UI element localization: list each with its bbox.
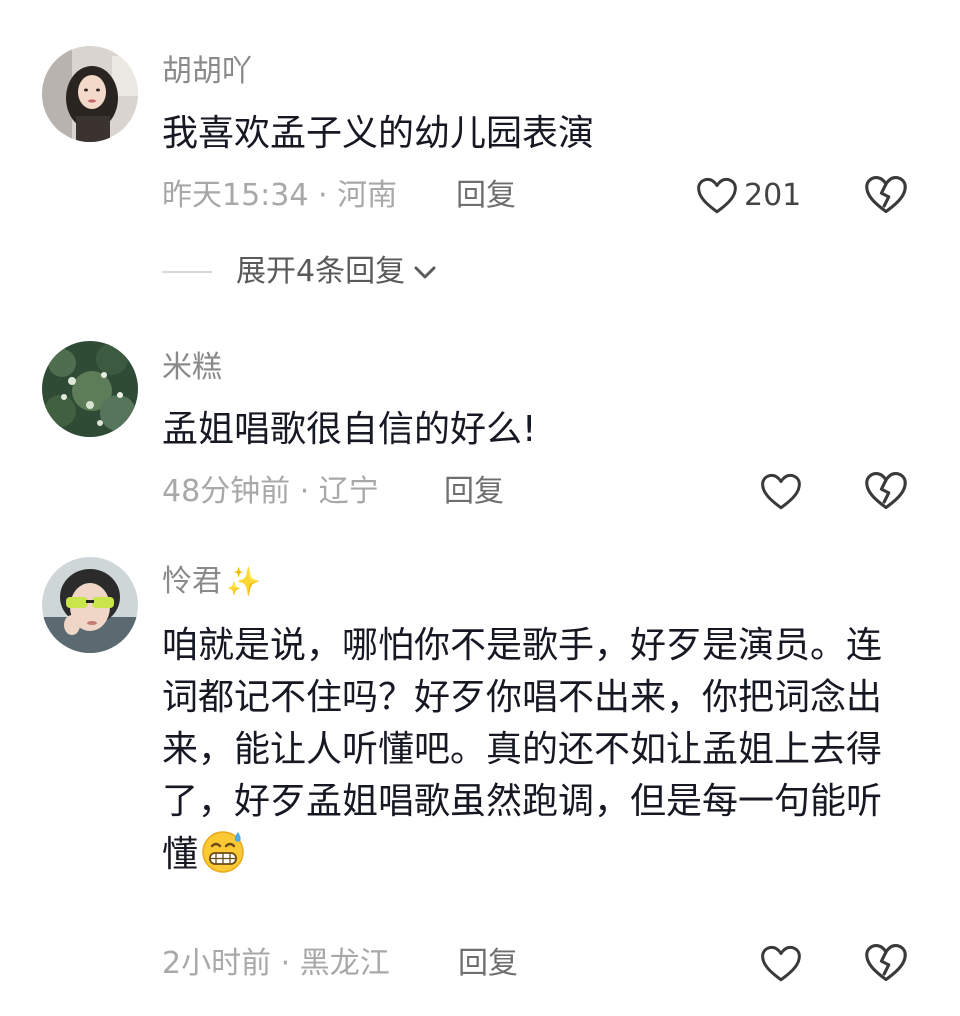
avatar-image xyxy=(42,46,138,142)
dislike-button[interactable] xyxy=(864,470,908,514)
heart-outline-icon xyxy=(697,177,737,214)
broken-heart-icon xyxy=(865,944,907,982)
username-text: 怜君 xyxy=(162,564,222,599)
avatar[interactable] xyxy=(42,46,138,142)
heart-outline-icon xyxy=(761,945,801,982)
comment-text: 孟姐唱歌很自信的好么! xyxy=(162,409,537,450)
reply-button[interactable]: 回复 xyxy=(458,944,518,984)
reply-button[interactable]: 回复 xyxy=(456,176,516,216)
grinning-sweat-emoji-icon xyxy=(202,831,244,873)
divider xyxy=(162,271,212,273)
username[interactable]: 米糕 xyxy=(162,348,222,388)
comment-meta: 昨天15:34 · 河南 xyxy=(162,178,398,213)
sparkles-icon: ✨ xyxy=(226,565,261,598)
broken-heart-icon xyxy=(865,176,907,214)
expand-replies-label: 展开4条回复 xyxy=(236,254,406,289)
comment-text: 我喜欢孟子义的幼儿园表演 xyxy=(162,113,595,154)
avatar-image xyxy=(42,341,138,437)
comment-text-body: 咱就是说，哪怕你不是歌手，好歹是演员。连词都记不住吗？好歹你唱不出来，你把词念出… xyxy=(162,625,883,875)
chevron-down-icon xyxy=(414,266,436,279)
reply-button[interactable]: 回复 xyxy=(444,472,504,512)
username[interactable]: 怜君 ✨ xyxy=(162,562,261,602)
comment-meta: 2小时前 · 黑龙江 xyxy=(162,946,390,981)
like-button[interactable]: 201 xyxy=(696,174,801,218)
broken-heart-icon xyxy=(865,472,907,510)
username[interactable]: 胡胡吖 xyxy=(162,52,252,92)
like-button[interactable] xyxy=(760,470,802,514)
comment-meta: 48分钟前 · 辽宁 xyxy=(162,474,379,509)
like-button[interactable] xyxy=(760,942,802,986)
like-count: 201 xyxy=(744,178,802,213)
avatar[interactable] xyxy=(42,341,138,437)
dislike-button[interactable] xyxy=(864,174,908,218)
dislike-button[interactable] xyxy=(864,942,908,986)
avatar-image xyxy=(42,557,138,653)
heart-outline-icon xyxy=(761,473,801,510)
avatar[interactable] xyxy=(42,557,138,653)
comment-text: 咱就是说，哪怕你不是歌手，好歹是演员。连词都记不住吗？好歹你唱不出来，你把词念出… xyxy=(162,620,892,881)
expand-replies-button[interactable]: 展开4条回复 xyxy=(162,252,439,292)
